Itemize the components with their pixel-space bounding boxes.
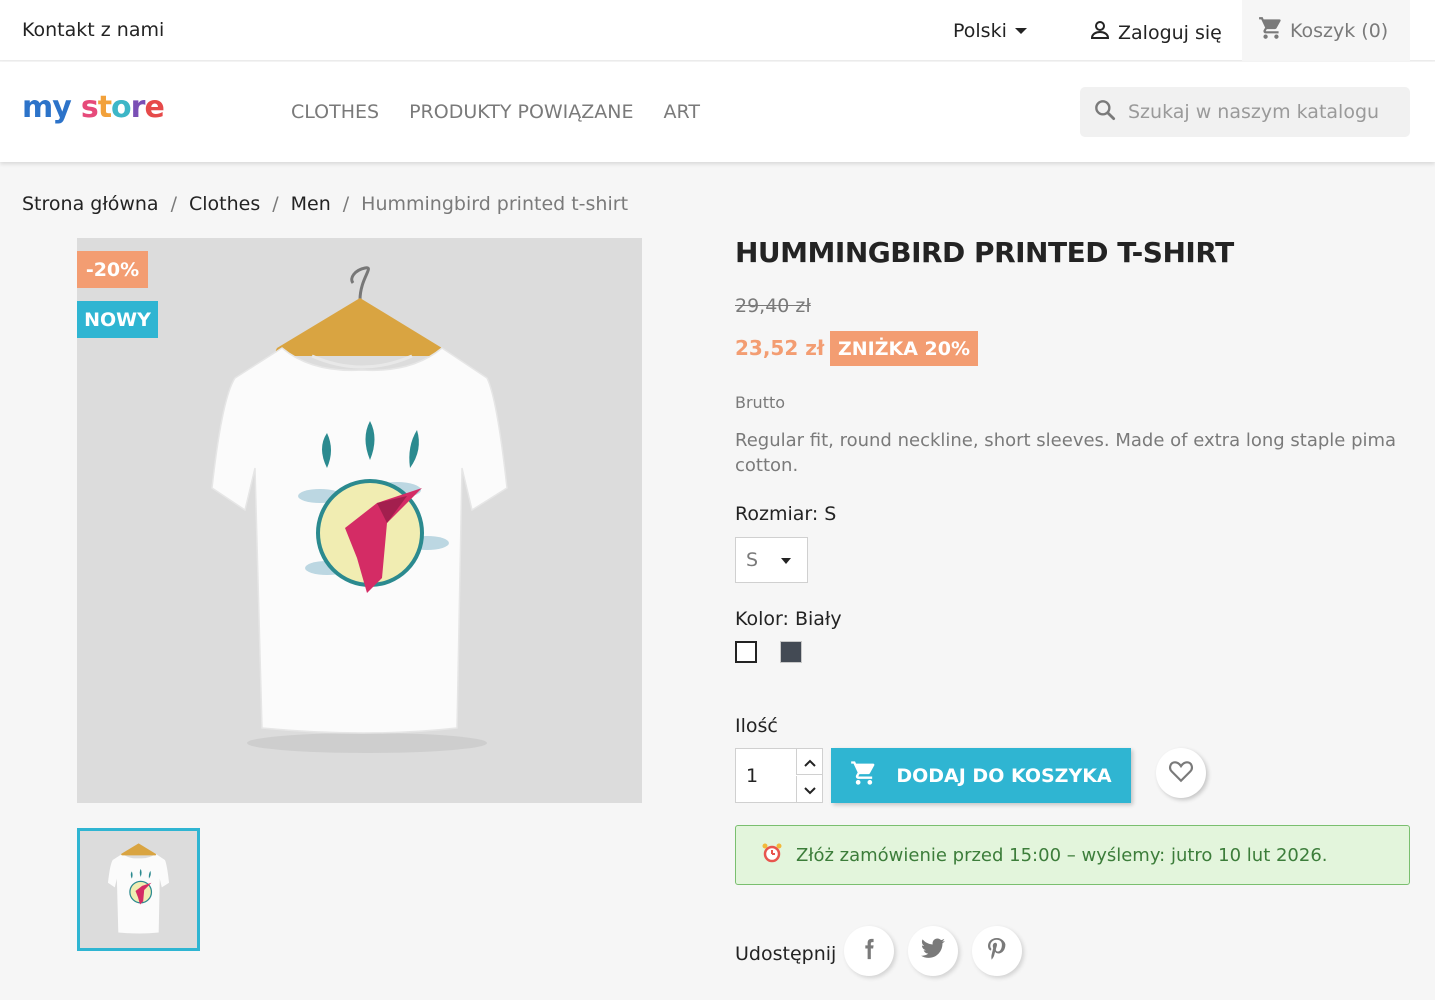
user-icon <box>1088 18 1112 47</box>
cart-button[interactable]: Koszyk (0) <box>1242 0 1410 61</box>
current-price: 23,52 zł <box>735 336 825 360</box>
share-twitter-button[interactable] <box>908 926 958 976</box>
color-swatch-dark-grey[interactable] <box>780 641 802 663</box>
search-box <box>1080 87 1410 137</box>
twitter-icon <box>920 938 946 964</box>
cart-icon <box>850 759 878 792</box>
nav-item-related-products[interactable]: PRODUKTY POWIĄZANE <box>409 101 633 123</box>
breadcrumb-separator: / <box>342 193 350 215</box>
product-description: Regular fit, round neckline, short sleev… <box>735 430 1397 476</box>
chevron-down-icon <box>1014 28 1027 34</box>
size-value: S <box>746 549 759 571</box>
color-swatch-white[interactable] <box>735 641 757 663</box>
breadcrumb-men[interactable]: Men <box>291 193 331 215</box>
share-pinterest-button[interactable] <box>972 926 1022 976</box>
chevron-down-icon <box>781 558 791 564</box>
facebook-icon <box>858 936 880 966</box>
nav-item-art[interactable]: ART <box>664 101 700 123</box>
delivery-text: Złóż zamówienie przed 15:00 – wyślemy: j… <box>796 844 1328 866</box>
main-header: my store CLOTHES PRODUKTY POWIĄZANE ART <box>0 62 1435 162</box>
breadcrumb-clothes[interactable]: Clothes <box>189 193 260 215</box>
chevron-down-icon <box>804 780 816 799</box>
new-badge: NOWY <box>77 301 158 338</box>
nav-item-clothes[interactable]: CLOTHES <box>291 101 379 123</box>
quantity-label: Ilość <box>735 715 778 737</box>
pinterest-icon <box>985 936 1009 966</box>
cart-icon <box>1258 15 1284 46</box>
tax-label: Brutto <box>735 393 786 412</box>
discount-tag: ZNIŻKA 20% <box>830 331 978 366</box>
search-input[interactable] <box>1128 101 1398 123</box>
regular-price: 29,40 zł <box>735 295 811 317</box>
login-label: Zaloguj się <box>1118 21 1222 44</box>
language-label: Polski <box>953 20 1007 42</box>
breadcrumb-separator: / <box>170 193 177 215</box>
quantity-increase-button[interactable] <box>796 749 823 775</box>
delivery-notice: Złóż zamówienie przed 15:00 – wyślemy: j… <box>735 825 1410 885</box>
logo-store: store <box>80 90 165 125</box>
add-to-cart-button[interactable]: DODAJ DO KOSZYKA <box>831 748 1131 803</box>
breadcrumb-separator: / <box>272 193 279 215</box>
top-bar: Kontakt z nami Polski Zaloguj się Koszyk… <box>0 0 1435 61</box>
wishlist-button[interactable] <box>1156 748 1206 798</box>
product-title: HUMMINGBIRD PRINTED T-SHIRT <box>735 236 1234 269</box>
store-logo[interactable]: my store <box>22 90 165 125</box>
cart-label: Koszyk (0) <box>1290 19 1389 42</box>
share-label: Udostępnij <box>735 943 837 965</box>
size-select[interactable]: S <box>735 537 808 583</box>
add-to-cart-label: DODAJ DO KOSZYKA <box>896 764 1112 787</box>
quantity-stepper <box>735 748 823 803</box>
quantity-input[interactable] <box>736 749 796 802</box>
breadcrumb-current: Hummingbird printed t-shirt <box>361 193 629 215</box>
heart-icon <box>1168 759 1194 787</box>
quantity-decrease-button[interactable] <box>796 776 823 802</box>
color-label: Kolor: Biały <box>735 608 842 630</box>
language-selector[interactable]: Polski <box>953 20 1027 42</box>
search-icon[interactable] <box>1092 97 1118 127</box>
login-link[interactable]: Zaloguj się <box>1088 18 1222 47</box>
breadcrumb-home[interactable]: Strona główna <box>22 193 159 215</box>
alarm-clock-icon <box>760 841 784 870</box>
breadcrumb: Strona główna / Clothes / Men / Hummingb… <box>22 193 628 215</box>
main-nav: CLOTHES PRODUKTY POWIĄZANE ART <box>291 101 700 123</box>
chevron-up-icon <box>804 752 816 771</box>
product-main-image[interactable] <box>77 238 642 803</box>
logo-my: my <box>22 90 72 125</box>
discount-badge: -20% <box>77 251 148 288</box>
product-thumbnail[interactable] <box>77 828 200 951</box>
share-facebook-button[interactable] <box>844 926 894 976</box>
contact-link[interactable]: Kontakt z nami <box>22 19 164 41</box>
size-label: Rozmiar: S <box>735 503 837 525</box>
